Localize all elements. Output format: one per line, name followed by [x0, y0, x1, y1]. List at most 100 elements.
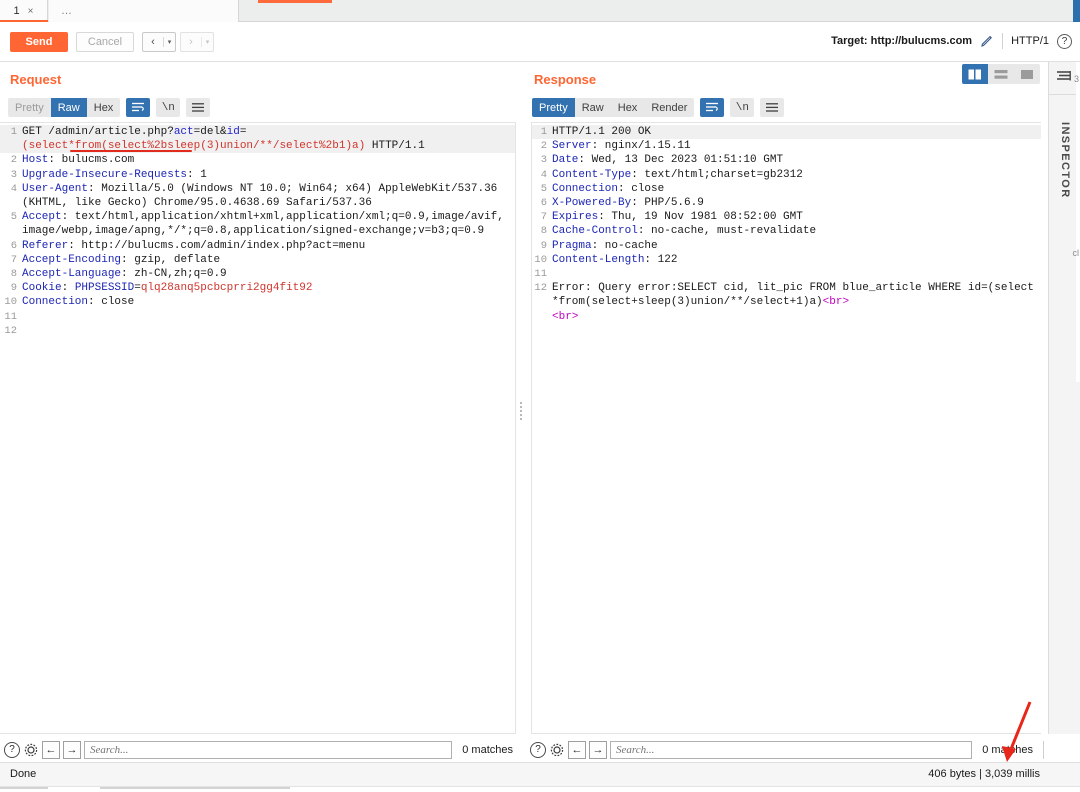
- search-prev-button[interactable]: ←: [42, 741, 60, 759]
- line-number: 5: [10, 211, 17, 224]
- history-forward-button: › ▾: [180, 32, 214, 52]
- line-number: 7: [10, 253, 17, 266]
- response-mode-pretty[interactable]: Pretty: [532, 98, 575, 117]
- code-text[interactable]: Content-Length: 122: [552, 253, 1041, 267]
- gear-icon[interactable]: [23, 742, 39, 758]
- code-line: 10 Connection: close: [0, 295, 515, 309]
- line-number: 8: [540, 225, 547, 238]
- pencil-icon[interactable]: [980, 34, 994, 48]
- more-tabs-button[interactable]: …: [49, 0, 239, 22]
- request-mode-raw[interactable]: Raw: [50, 98, 87, 117]
- code-text[interactable]: Date: Wed, 13 Dec 2023 01:51:10 GMT: [552, 153, 1041, 167]
- request-mode-hex[interactable]: Hex: [87, 98, 121, 117]
- code-text[interactable]: <br>: [552, 310, 1041, 324]
- show-newlines-icon[interactable]: \n: [730, 98, 755, 117]
- code-text[interactable]: Content-Type: text/html;charset=gb2312: [552, 168, 1041, 182]
- repeater-tab-1[interactable]: 1 ×: [0, 0, 48, 22]
- code-line: 5 Accept: text/html,application/xhtml+xml…: [0, 210, 515, 238]
- word-wrap-icon[interactable]: [700, 98, 725, 117]
- code-line: 3 Date: Wed, 13 Dec 2023 01:51:10 GMT: [532, 153, 1041, 167]
- line-number: 12: [4, 324, 17, 337]
- search-next-button[interactable]: →: [63, 741, 81, 759]
- show-newlines-icon[interactable]: \n: [156, 98, 181, 117]
- request-code-area[interactable]: 1 GET /admin/article.php?act=del&id= (sele…: [0, 123, 515, 338]
- code-text[interactable]: X-Powered-By: PHP/5.6.9: [552, 196, 1041, 210]
- code-text[interactable]: Server: nginx/1.15.11: [552, 139, 1041, 153]
- hamburger-icon[interactable]: [760, 98, 785, 117]
- code-text[interactable]: Accept-Encoding: gzip, deflate: [22, 253, 515, 267]
- code-line: 2 Host: bulucms.com: [0, 153, 515, 167]
- code-line: 9 Cookie: PHPSESSID=qlq28anq5pcbcprri2gg4…: [0, 281, 515, 295]
- code-text[interactable]: Expires: Thu, 19 Nov 1981 08:52:00 GMT: [552, 210, 1041, 224]
- code-text[interactable]: GET /admin/article.php?act=del&id=: [22, 125, 515, 139]
- response-mode-raw[interactable]: Raw: [575, 98, 611, 117]
- response-mode-render[interactable]: Render: [644, 98, 694, 117]
- request-mode-segments: Pretty Raw Hex: [8, 98, 121, 117]
- code-text[interactable]: Accept-Language: zh-CN,zh;q=0.9: [22, 267, 515, 281]
- code-text[interactable]: Referer: http://bulucms.com/admin/index.…: [22, 239, 515, 253]
- line-number: 3: [540, 154, 547, 167]
- layout-split-horizontal-button[interactable]: [988, 64, 1014, 84]
- code-line: 7 Expires: Thu, 19 Nov 1981 08:52:00 GMT: [532, 210, 1041, 224]
- response-code-area[interactable]: 1 HTTP/1.1 200 OK 2 Server: nginx/1.15.11 3 D…: [532, 123, 1041, 324]
- layout-split-vertical-button[interactable]: [962, 64, 988, 84]
- code-text[interactable]: Error: Query error:SELECT cid, lit_pic F…: [552, 281, 1041, 309]
- request-mode-bar: Pretty Raw Hex \n: [8, 98, 211, 117]
- code-text[interactable]: HTTP/1.1 200 OK: [552, 125, 1041, 139]
- code-text[interactable]: Cache-Control: no-cache, must-revalidate: [552, 224, 1041, 238]
- annotation-underline: [70, 150, 192, 152]
- line-number: 9: [10, 282, 17, 295]
- window-bottom-edge: [0, 786, 1080, 792]
- inspector-edge: [1076, 62, 1080, 382]
- chevron-down-icon[interactable]: ▾: [164, 33, 175, 51]
- line-number: 10: [534, 253, 547, 266]
- divider: [1043, 741, 1044, 759]
- close-icon[interactable]: ×: [28, 6, 34, 17]
- layout-single-pane-button[interactable]: [1014, 64, 1040, 84]
- code-text[interactable]: Connection: close: [22, 295, 515, 309]
- request-search-input[interactable]: [84, 741, 453, 759]
- annotation-arrow: [1002, 701, 1032, 762]
- cancel-button: Cancel: [76, 32, 134, 52]
- search-next-button[interactable]: →: [589, 741, 607, 759]
- tab-label: 1: [13, 5, 20, 17]
- response-panel-title: Response: [534, 72, 597, 87]
- word-wrap-icon[interactable]: [126, 98, 151, 117]
- help-icon[interactable]: ?: [530, 742, 546, 758]
- send-button[interactable]: Send: [10, 32, 68, 52]
- inspector-panel-icon[interactable]: [1055, 70, 1073, 84]
- code-text[interactable]: Host: bulucms.com: [22, 153, 515, 167]
- hamburger-icon[interactable]: [186, 98, 211, 117]
- code-text[interactable]: User-Agent: Mozilla/5.0 (Windows NT 10.0…: [22, 182, 515, 210]
- chevron-down-icon: ▾: [205, 39, 210, 46]
- layout-toggle-group: [962, 64, 1040, 84]
- inspector-stray-text-2: cl: [1072, 248, 1080, 258]
- code-line: 12: [0, 324, 515, 338]
- line-number: 2: [10, 154, 17, 167]
- response-editor[interactable]: 1 HTTP/1.1 200 OK 2 Server: nginx/1.15.11 3 D…: [531, 122, 1041, 734]
- code-text[interactable]: Cookie: PHPSESSID=qlq28anq5pcbcprri2gg4f…: [22, 281, 515, 295]
- help-icon[interactable]: ?: [1057, 33, 1072, 49]
- code-text[interactable]: Upgrade-Insecure-Requests: 1: [22, 168, 515, 182]
- inspector-sidebar: INSPECTOR 3 cl: [1048, 62, 1080, 734]
- request-mode-pretty[interactable]: Pretty: [8, 98, 51, 117]
- response-search-input[interactable]: [610, 741, 973, 759]
- code-text[interactable]: Accept: text/html,application/xhtml+xml,…: [22, 210, 515, 238]
- http-version-label[interactable]: HTTP/1: [1011, 35, 1049, 47]
- code-line: 6 X-Powered-By: PHP/5.6.9: [532, 196, 1041, 210]
- line-number: 7: [540, 211, 547, 224]
- pane-splitter[interactable]: [516, 62, 531, 734]
- search-prev-button[interactable]: ←: [568, 741, 586, 759]
- gear-icon[interactable]: [549, 742, 565, 758]
- help-icon[interactable]: ?: [4, 742, 20, 758]
- history-back-button[interactable]: ‹ ▾: [142, 32, 176, 52]
- code-line: 5 Connection: close: [532, 182, 1041, 196]
- code-text[interactable]: Connection: close: [552, 182, 1041, 196]
- line-number: 8: [10, 268, 17, 281]
- code-line: 1 HTTP/1.1 200 OK: [532, 125, 1041, 140]
- line-number: 3: [10, 168, 17, 181]
- code-text[interactable]: Pragma: no-cache: [552, 239, 1041, 253]
- response-mode-hex[interactable]: Hex: [611, 98, 645, 117]
- request-editor[interactable]: 1 GET /admin/article.php?act=del&id= (sele…: [0, 122, 516, 734]
- splitter-drag-handle[interactable]: [519, 402, 523, 420]
